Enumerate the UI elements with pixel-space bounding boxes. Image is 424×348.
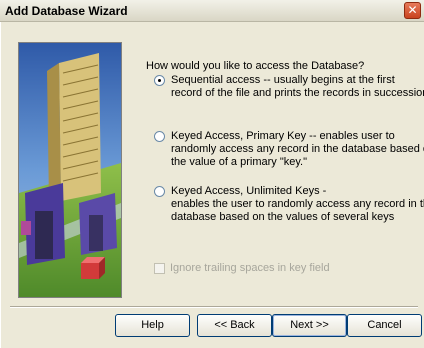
keyed-primary-radio[interactable]: [154, 131, 165, 142]
close-icon: ✕: [407, 3, 418, 17]
option-line: randomly access any record in the databa…: [171, 143, 424, 155]
option-line: record of the file and prints the record…: [171, 87, 424, 99]
option-line: Sequential access -- usually begins at t…: [171, 74, 395, 86]
option-line: Keyed Access, Unlimited Keys -: [171, 185, 327, 197]
option-keyed-primary-text: Keyed Access, Primary Key -- enables use…: [171, 130, 424, 169]
keyed-unlimited-radio[interactable]: [154, 186, 165, 197]
help-button[interactable]: Help: [115, 314, 190, 337]
option-sequential-text: Sequential access -- usually begins at t…: [171, 74, 424, 100]
title-bar: Add Database Wizard ✕: [0, 0, 424, 22]
option-line: Keyed Access, Primary Key -- enables use…: [171, 130, 395, 142]
cancel-button[interactable]: Cancel: [347, 314, 422, 337]
ignore-trailing-spaces-label: Ignore trailing spaces in key field: [170, 262, 330, 274]
option-line: database based on the values of several …: [171, 211, 395, 223]
option-line: the value of a primary "key.": [171, 156, 307, 168]
sequential-radio[interactable]: [154, 75, 165, 86]
ignore-trailing-spaces-checkbox: [154, 263, 165, 274]
access-question: How would you like to access the Databas…: [146, 60, 365, 72]
option-line: enables the user to randomly access any …: [171, 198, 424, 210]
back-button[interactable]: << Back: [197, 314, 272, 337]
button-separator: [10, 306, 418, 308]
wizard-illustration: [18, 42, 122, 298]
next-button[interactable]: Next >>: [272, 314, 347, 337]
close-button[interactable]: ✕: [404, 2, 421, 19]
option-keyed-unlimited-text: Keyed Access, Unlimited Keys - enables t…: [171, 185, 424, 224]
window-title: Add Database Wizard: [5, 4, 128, 18]
